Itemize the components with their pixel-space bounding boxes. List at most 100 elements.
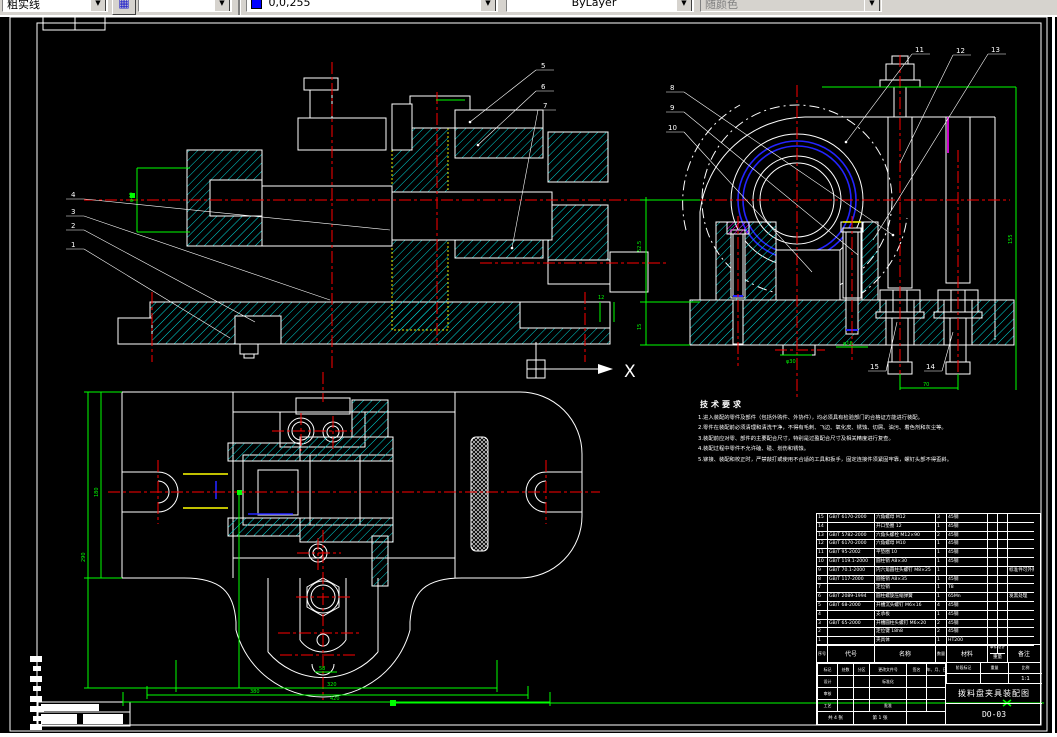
bom-cell [997,549,1007,558]
bom-cell [997,584,1007,594]
callout-6: 6 [541,83,546,91]
drawing-number: DO-03 [981,709,1007,719]
bom-cell [987,549,997,558]
dim-label: 380 [250,689,260,695]
tb-approve: 批准 [869,699,906,711]
bom-cell: 45钢 [946,514,987,523]
bom-row: 3 GB/T 65-2000 开槽圆柱头螺钉 M6×20 2 45钢 [817,619,1040,629]
tb-weight: 重量 [980,663,1008,673]
callout-15: 15 [870,363,879,371]
left-section-view: φ40 12 4 3 2 1 5 6 7 [66,62,668,368]
bom-cell: 开口垫圈 12 [874,522,935,532]
style-combo[interactable]: 粗实线 ▼ [2,0,108,12]
tb-date: 年、月、日 [926,663,945,675]
tb-check: 审核 [817,687,837,699]
chevron-down-icon[interactable]: ▼ [480,0,496,11]
title-block: 标记 处数 分区 更改文件号 签名 年、月、日 设计 标准化 审核 工艺 批准 … [816,663,1042,725]
bom-cell [1007,575,1034,585]
bom-row: 4 支承板 1 45钢 [817,610,1040,620]
dim-label: 15 [637,324,643,330]
tb-count: 处数 [837,663,853,675]
bom-cell: 45钢 [946,540,987,550]
bom-header-xuhao: 序号 [818,650,826,656]
bom-cell [997,628,1007,638]
bom-cell [987,601,997,611]
bom-cell [1007,628,1034,638]
callout-1: 1 [71,241,75,249]
bom-cell [827,584,874,594]
bom-cell: 开槽圆柱头螺钉 M6×20 [874,619,935,629]
bom-row: 6 GB/T 2089-1994 圆柱螺旋压缩弹簧 1 65Mn 发黑处理 [817,593,1040,602]
bom-row: 10 GB/T 119.1-2000 圆柱销 A8×30 1 45钢 [817,557,1040,567]
bom-cell [997,601,1007,611]
tech-req-line: 3.装配前应对零、部件的主要配合尺寸，特别是过盈配合尺寸及相关精度进行复查。 [698,435,894,442]
dim-label: 290 [81,552,87,562]
bom-cell: 65Mn [946,593,987,602]
tb-zone: 分区 [853,663,869,675]
linetype-combo-value: ByLayer [571,0,617,9]
dim-label: φ40 [129,192,135,202]
bom-cell: 1 [935,540,946,550]
bom-cell [1007,610,1034,620]
callout-10: 10 [668,124,677,132]
bom-cell [987,514,997,523]
bom-cell: 2 [935,619,946,629]
bom-cell: GB/T 119.1-2000 [827,557,874,567]
bom-cell: GB/T 70.1-2000 [827,566,874,576]
bom-cell [1007,601,1034,611]
tb-scale: 比例 [1008,663,1042,673]
bom-header-cailiao: 材料 [946,645,987,662]
bom-row: 15 GB/T 6170-2000 六角螺母 M12 3 45钢 [817,514,1040,523]
bom-cell: 11 [817,549,827,558]
selection-grip[interactable] [237,490,242,495]
bom-cell [987,584,997,594]
view-label-x: X [624,362,636,382]
callout-5: 5 [541,62,545,70]
linetype-combo[interactable]: ByLayer ▼ [506,0,694,12]
bom-cell: 5 [817,602,827,611]
bom-cell: 开槽沉头螺钉 M6×16 [874,601,935,611]
bom-cell [997,531,1007,541]
bom-table: 15 GB/T 6170-2000 六角螺母 M12 3 45钢 14 开口垫圈 12 1 45… [816,513,1041,646]
bom-cell [997,540,1007,550]
chevron-down-icon[interactable]: ▼ [90,0,106,11]
layer-combo[interactable]: ▼ [138,0,232,12]
technical-requirements: 技术要求 1.进入装配的零件及部件（包括外购件、外协件），均必须具有检验部门的合… [698,399,966,465]
bom-cell: 六角螺母 M12 [874,514,935,523]
tb-process: 工艺 [817,699,837,711]
bom-cell [997,557,1007,567]
bom-row: 12 GB/T 6170-2000 六角螺母 M10 1 45钢 [817,540,1040,550]
bom-cell [827,628,874,638]
bom-cell: 12 [817,540,827,550]
layer-properties-button[interactable]: ▦ [112,0,136,15]
bom-cell [997,593,1007,602]
bom-cell: 内六角圆柱头螺钉 M8×25 [874,566,935,576]
dim-label: φ30 [786,359,796,365]
bom-cell [997,514,1007,523]
color-combo[interactable]: 0,0,255 ▼ [246,0,498,12]
bom-cell: 4 [817,611,827,620]
chevron-down-icon[interactable]: ▼ [214,0,230,11]
bom-cell [1007,514,1034,523]
bom-cell: 45钢 [946,628,987,638]
bom-cell [987,566,997,576]
bom-cell: 45钢 [946,531,987,541]
chevron-down-icon[interactable]: ▼ [676,0,692,11]
style-combo-value: 粗实线 [7,0,40,11]
bom-cell: 7 [817,584,827,594]
tech-req-title: 技术要求 [700,400,744,409]
bom-header-mingcheng: 名称 [874,645,935,662]
bom-header-danjian: 单件 [990,645,997,649]
bom-cell: 45钢 [946,610,987,620]
tb-change-file: 更改文件号 [869,663,906,675]
dim-label: 420 [330,696,340,702]
tb-mark: 标记 [817,663,837,675]
bom-cell: 9 [817,567,827,576]
bom-cell [997,566,1007,576]
bom-cell: 45钢 [946,549,987,558]
bom-cell [987,575,997,585]
tb-sheet-no: 第 1 张 [853,711,906,724]
drawing-title: 拨料盘夹具装配图 [946,684,1042,704]
dim-label: 12 [598,295,604,301]
right-side-view: 52.5 15 155 70 φ16 φ30 8 9 10 11 12 13 1… [637,46,1017,400]
